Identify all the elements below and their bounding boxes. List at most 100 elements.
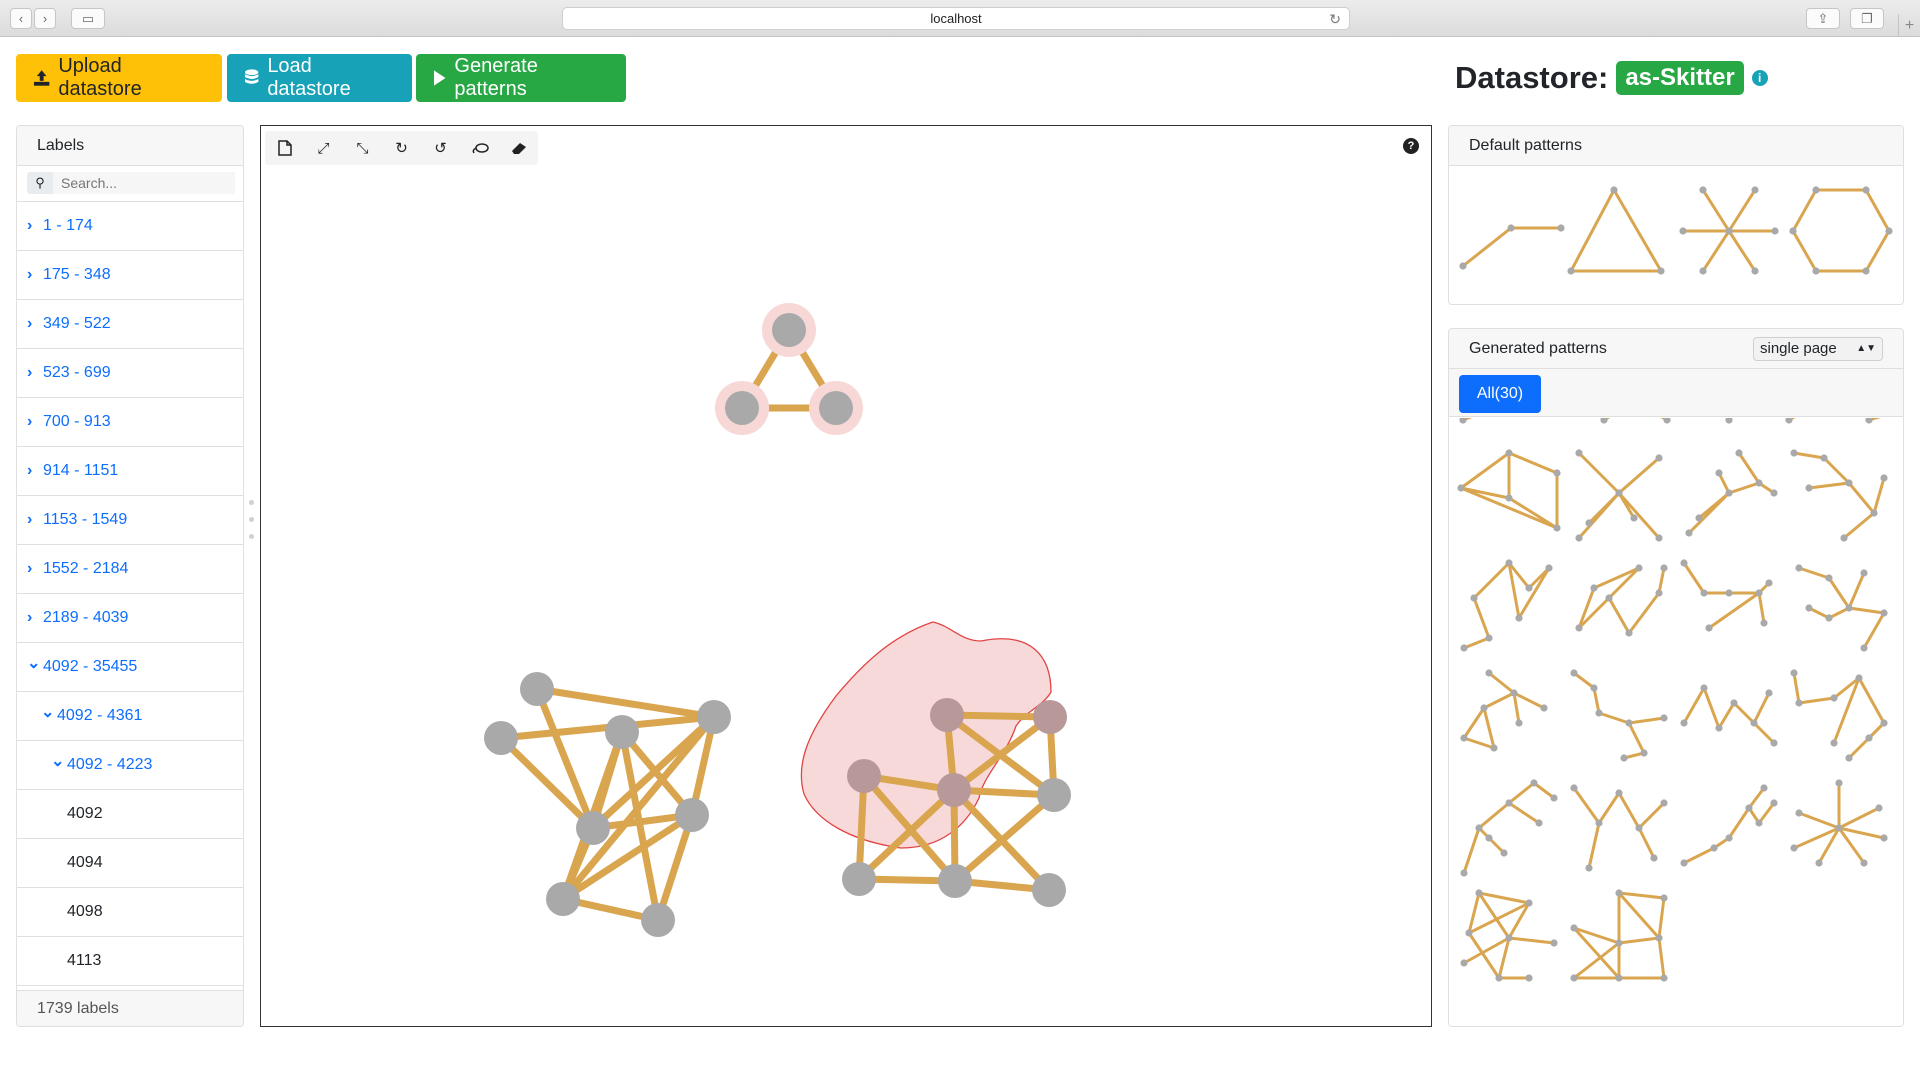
graph-node[interactable] <box>772 313 806 347</box>
generate-patterns-button[interactable]: Generate patterns <box>416 54 626 102</box>
label-item[interactable]: › 2189 - 4039 <box>17 594 243 643</box>
info-icon[interactable]: i <box>1751 70 1768 86</box>
graph-node[interactable] <box>546 882 580 916</box>
graph-node[interactable] <box>842 862 876 896</box>
reload-icon[interactable]: ↻ <box>1329 11 1341 28</box>
pattern-thumbnail[interactable] <box>1795 564 1888 652</box>
graph-node[interactable] <box>697 700 731 734</box>
graph-node[interactable] <box>938 864 972 898</box>
tabs-icon[interactable]: ❐ <box>1850 8 1884 29</box>
graph-node[interactable] <box>675 798 709 832</box>
graph-edge[interactable] <box>533 685 597 832</box>
pattern-thumbnail[interactable] <box>1785 418 1802 424</box>
label-item[interactable]: › 523 - 699 <box>17 349 243 398</box>
pattern-node <box>1751 186 1759 194</box>
sidebar-toggle-icon[interactable]: ▭ <box>71 8 105 29</box>
pattern-edge <box>1727 189 1757 232</box>
redo-icon[interactable]: ↻ <box>382 131 421 165</box>
graph-node[interactable] <box>1033 700 1067 734</box>
expand-icon[interactable]: ⤢ <box>304 131 343 165</box>
pattern-node <box>1535 819 1543 827</box>
pattern-thumbnail[interactable] <box>1790 779 1888 867</box>
pattern-thumbnail[interactable] <box>1789 186 1893 275</box>
graph-node[interactable] <box>484 721 518 755</box>
pattern-thumbnail[interactable] <box>1600 418 1617 424</box>
pattern-thumbnail[interactable] <box>1459 224 1565 270</box>
view-mode-select[interactable]: single page ▲▼ <box>1753 336 1883 361</box>
forward-icon[interactable]: › <box>34 8 56 29</box>
label-item[interactable]: 4113 <box>17 937 243 986</box>
graph-node[interactable] <box>1037 778 1071 812</box>
label-item[interactable]: › 175 - 348 <box>17 251 243 300</box>
graph-node[interactable] <box>725 391 759 425</box>
pattern-thumbnail[interactable] <box>1680 559 1773 632</box>
new-tab-icon[interactable]: + <box>1898 14 1920 37</box>
graph-node[interactable] <box>641 903 675 937</box>
label-item[interactable]: › 1552 - 2184 <box>17 545 243 594</box>
label-item[interactable]: › 700 - 913 <box>17 398 243 447</box>
graph-edge[interactable] <box>533 685 718 721</box>
graph-drawing[interactable] <box>261 126 1433 1028</box>
share-icon[interactable]: ⇪ <box>1806 8 1840 29</box>
pattern-thumbnail[interactable] <box>1460 779 1558 877</box>
default-pattern-list[interactable] <box>1449 166 1904 305</box>
pattern-thumbnail[interactable] <box>1790 669 1888 762</box>
label-item[interactable]: › 914 - 1151 <box>17 447 243 496</box>
pattern-thumbnail[interactable] <box>1790 449 1888 542</box>
label-item[interactable]: 4098 <box>17 888 243 937</box>
address-bar[interactable]: localhost ↻ <box>562 7 1350 30</box>
back-icon[interactable]: ‹ <box>10 8 32 29</box>
pattern-thumbnail[interactable] <box>1720 418 1733 424</box>
pattern-thumbnail[interactable] <box>1680 684 1778 747</box>
graph-node[interactable] <box>847 759 881 793</box>
left-cluster-subgraph[interactable] <box>484 672 731 937</box>
pattern-thumbnail[interactable] <box>1457 449 1561 532</box>
pattern-thumbnail[interactable] <box>1575 564 1668 637</box>
graph-node[interactable] <box>1032 873 1066 907</box>
pattern-thumbnail[interactable] <box>1685 449 1778 537</box>
generated-pattern-list[interactable] <box>1449 418 1904 1027</box>
pattern-thumbnail[interactable] <box>1570 669 1668 762</box>
graph-edge[interactable] <box>497 734 597 832</box>
load-datastore-button[interactable]: Load datastore <box>227 54 412 102</box>
pattern-thumbnail[interactable] <box>1567 186 1665 275</box>
lasso-icon[interactable] <box>460 131 499 165</box>
pattern-thumbnail[interactable] <box>1575 449 1663 542</box>
pattern-thumbnail[interactable] <box>1653 418 1671 424</box>
pattern-thumbnail[interactable] <box>1459 418 1486 424</box>
pattern-thumbnail[interactable] <box>1570 784 1668 872</box>
graph-node[interactable] <box>520 672 554 706</box>
pattern-edge <box>1702 687 1721 729</box>
graph-node[interactable] <box>605 715 639 749</box>
all-patterns-button[interactable]: All(30) <box>1459 375 1541 413</box>
label-item[interactable]: 4094 <box>17 839 243 888</box>
undo-icon[interactable]: ↺ <box>421 131 460 165</box>
pattern-thumbnail[interactable] <box>1570 889 1668 982</box>
label-item[interactable]: › 349 - 522 <box>17 300 243 349</box>
new-icon[interactable] <box>265 131 304 165</box>
graph-canvas[interactable]: ⤢ ⤡ ↻ ↺ ? <box>260 125 1432 1027</box>
label-item[interactable]: ⌄ 4092 - 4361 <box>17 692 243 741</box>
label-search-input[interactable] <box>53 172 235 194</box>
triangle-subgraph[interactable] <box>715 303 863 435</box>
graph-node[interactable] <box>819 391 853 425</box>
graph-node[interactable] <box>937 773 971 807</box>
pattern-thumbnail[interactable] <box>1460 889 1558 982</box>
pattern-thumbnail[interactable] <box>1679 186 1779 275</box>
upload-datastore-button[interactable]: Upload datastore <box>16 54 222 102</box>
graph-node[interactable] <box>930 698 964 732</box>
help-icon[interactable]: ? <box>1403 138 1419 154</box>
graph-node[interactable] <box>576 811 610 845</box>
label-item[interactable]: › 1 - 174 <box>17 202 243 251</box>
label-item[interactable]: 4092 <box>17 790 243 839</box>
pattern-thumbnail[interactable] <box>1865 418 1892 424</box>
pattern-thumbnail[interactable] <box>1460 559 1553 652</box>
compress-icon[interactable]: ⤡ <box>343 131 382 165</box>
eraser-icon[interactable] <box>499 131 538 165</box>
label-item[interactable]: ⌄ 4092 - 35455 <box>17 643 243 692</box>
label-item[interactable]: ⌄ 4092 - 4223 <box>17 741 243 790</box>
label-item[interactable]: › 1153 - 1549 <box>17 496 243 545</box>
panel-resize-handle[interactable] <box>249 500 255 551</box>
pattern-thumbnail[interactable] <box>1460 669 1548 752</box>
pattern-thumbnail[interactable] <box>1680 784 1778 867</box>
